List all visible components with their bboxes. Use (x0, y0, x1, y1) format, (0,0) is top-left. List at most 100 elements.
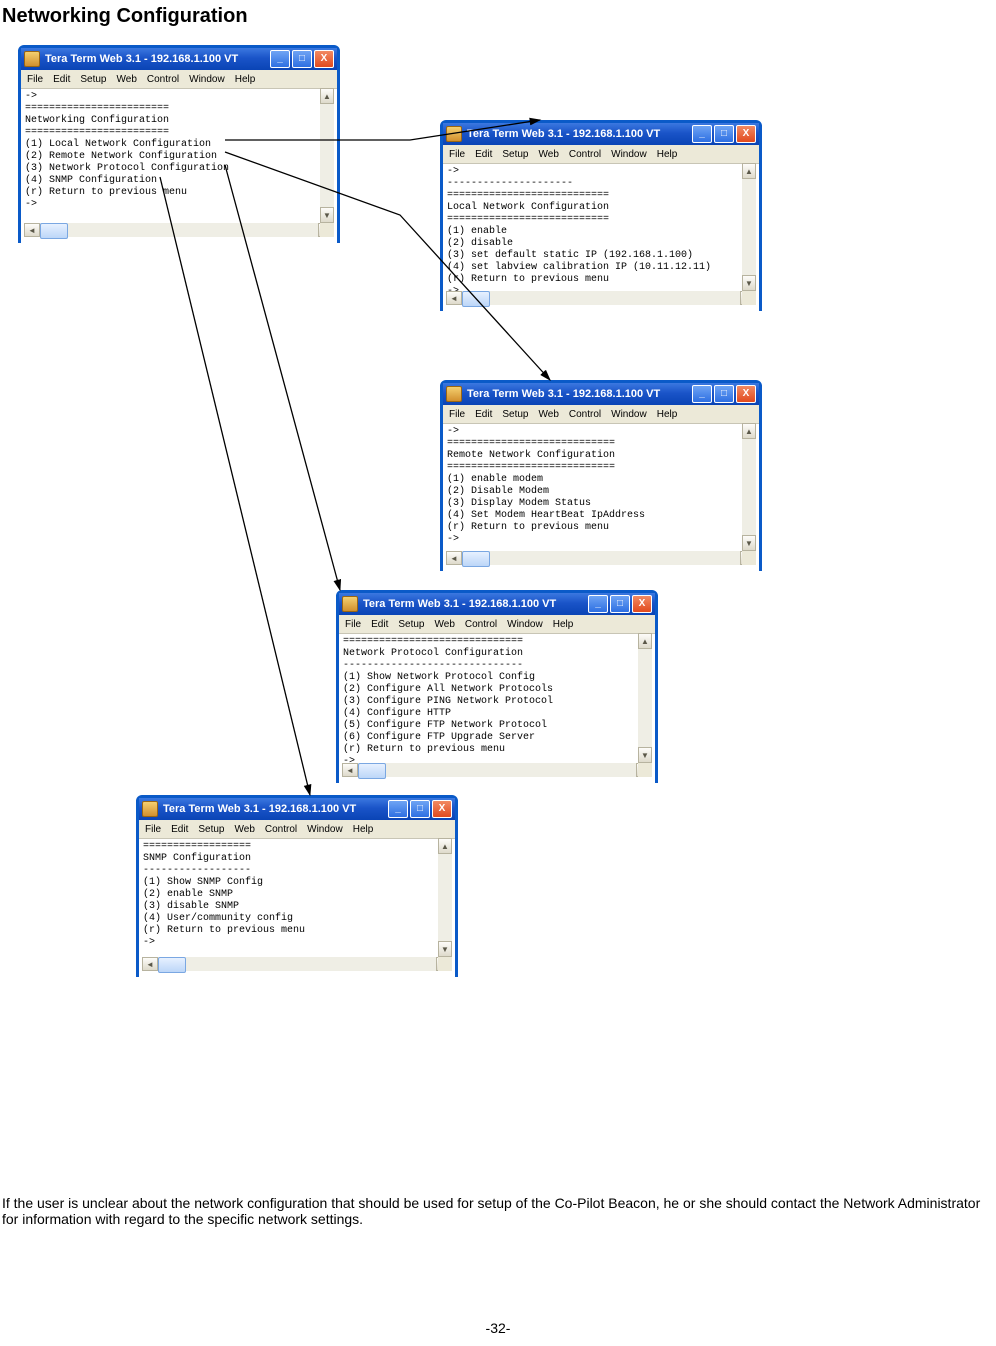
app-icon (24, 51, 40, 67)
close-button[interactable]: X (736, 385, 756, 403)
scroll-thumb[interactable] (40, 223, 68, 239)
menu-file[interactable]: File (145, 824, 161, 835)
menu-window[interactable]: Window (611, 149, 647, 160)
scroll-left-icon[interactable]: ◄ (142, 957, 158, 971)
titlebar[interactable]: Tera Term Web 3.1 - 192.168.1.100 VT _ □… (339, 593, 655, 615)
titlebar[interactable]: Tera Term Web 3.1 - 192.168.1.100 VT _ □… (443, 383, 759, 405)
menu-help[interactable]: Help (553, 619, 574, 630)
vscrollbar[interactable]: ▲▼ (320, 88, 334, 223)
menu-control[interactable]: Control (465, 619, 497, 630)
menu-window[interactable]: Window (507, 619, 543, 630)
menu-edit[interactable]: Edit (53, 74, 70, 85)
scroll-thumb[interactable] (462, 551, 490, 567)
menu-web[interactable]: Web (117, 74, 137, 85)
close-button[interactable]: X (736, 125, 756, 143)
vscrollbar[interactable]: ▲▼ (438, 838, 452, 957)
menu-edit[interactable]: Edit (371, 619, 388, 630)
scroll-up-icon[interactable]: ▲ (438, 838, 452, 854)
hscrollbar[interactable]: ◄► (446, 551, 756, 565)
app-icon (446, 126, 462, 142)
titlebar[interactable]: Tera Term Web 3.1 - 192.168.1.100 VT _ □… (139, 798, 455, 820)
minimize-button[interactable]: _ (270, 50, 290, 68)
maximize-button[interactable]: □ (714, 125, 734, 143)
menu-window[interactable]: Window (189, 74, 225, 85)
page-title: Networking Configuration (2, 5, 996, 28)
vscrollbar[interactable]: ▲▼ (638, 633, 652, 763)
scroll-up-icon[interactable]: ▲ (742, 163, 756, 179)
menu-edit[interactable]: Edit (171, 824, 188, 835)
minimize-button[interactable]: _ (388, 800, 408, 818)
scroll-down-icon[interactable]: ▼ (438, 941, 452, 957)
scroll-thumb[interactable] (158, 957, 186, 973)
maximize-button[interactable]: □ (410, 800, 430, 818)
maximize-button[interactable]: □ (610, 595, 630, 613)
minimize-button[interactable]: _ (692, 125, 712, 143)
resize-grip-icon[interactable] (742, 291, 756, 305)
close-button[interactable]: X (314, 50, 334, 68)
scroll-down-icon[interactable]: ▼ (638, 747, 652, 763)
close-button[interactable]: X (432, 800, 452, 818)
menu-web[interactable]: Web (435, 619, 455, 630)
menu-help[interactable]: Help (353, 824, 374, 835)
titlebar[interactable]: Tera Term Web 3.1 - 192.168.1.100 VT _ □… (21, 48, 337, 70)
maximize-button[interactable]: □ (292, 50, 312, 68)
menu-setup[interactable]: Setup (198, 824, 224, 835)
menu-help[interactable]: Help (235, 74, 256, 85)
menu-control[interactable]: Control (569, 409, 601, 420)
scroll-left-icon[interactable]: ◄ (446, 551, 462, 565)
hscrollbar[interactable]: ◄► (142, 957, 452, 971)
hscrollbar[interactable]: ◄► (342, 763, 652, 777)
menu-file[interactable]: File (345, 619, 361, 630)
menu-file[interactable]: File (449, 149, 465, 160)
menu-window[interactable]: Window (307, 824, 343, 835)
vscrollbar[interactable]: ▲▼ (742, 423, 756, 551)
menu-web[interactable]: Web (539, 149, 559, 160)
minimize-button[interactable]: _ (588, 595, 608, 613)
window-remote-network: Tera Term Web 3.1 - 192.168.1.100 VT _ □… (440, 380, 762, 571)
resize-grip-icon[interactable] (742, 551, 756, 565)
resize-grip-icon[interactable] (320, 223, 334, 237)
scroll-left-icon[interactable]: ◄ (24, 223, 40, 237)
menubar: File Edit Setup Web Control Window Help (443, 145, 759, 164)
title-text: Tera Term Web 3.1 - 192.168.1.100 VT (163, 803, 383, 815)
close-button[interactable]: X (632, 595, 652, 613)
menu-web[interactable]: Web (539, 409, 559, 420)
titlebar[interactable]: Tera Term Web 3.1 - 192.168.1.100 VT _ □… (443, 123, 759, 145)
menu-edit[interactable]: Edit (475, 409, 492, 420)
hscrollbar[interactable]: ◄► (446, 291, 756, 305)
menu-setup[interactable]: Setup (80, 74, 106, 85)
scroll-down-icon[interactable]: ▼ (320, 207, 334, 223)
menu-setup[interactable]: Setup (398, 619, 424, 630)
footer-text: If the user is unclear about the network… (0, 1195, 996, 1227)
menu-window[interactable]: Window (611, 409, 647, 420)
scroll-up-icon[interactable]: ▲ (320, 88, 334, 104)
title-text: Tera Term Web 3.1 - 192.168.1.100 VT (467, 128, 687, 140)
scroll-down-icon[interactable]: ▼ (742, 275, 756, 291)
menu-file[interactable]: File (27, 74, 43, 85)
menu-setup[interactable]: Setup (502, 409, 528, 420)
menu-help[interactable]: Help (657, 149, 678, 160)
scroll-thumb[interactable] (462, 291, 490, 307)
menu-edit[interactable]: Edit (475, 149, 492, 160)
menu-control[interactable]: Control (147, 74, 179, 85)
minimize-button[interactable]: _ (692, 385, 712, 403)
menu-file[interactable]: File (449, 409, 465, 420)
resize-grip-icon[interactable] (438, 957, 452, 971)
menu-control[interactable]: Control (265, 824, 297, 835)
menu-help[interactable]: Help (657, 409, 678, 420)
resize-grip-icon[interactable] (638, 763, 652, 777)
vscrollbar[interactable]: ▲▼ (742, 163, 756, 291)
maximize-button[interactable]: □ (714, 385, 734, 403)
terminal-body[interactable]: -> ======================== Networking C… (21, 89, 337, 245)
scroll-left-icon[interactable]: ◄ (446, 291, 462, 305)
page-number: -32- (0, 1320, 996, 1336)
scroll-up-icon[interactable]: ▲ (638, 633, 652, 649)
hscrollbar[interactable]: ◄► (24, 223, 334, 237)
menu-control[interactable]: Control (569, 149, 601, 160)
scroll-up-icon[interactable]: ▲ (742, 423, 756, 439)
menu-web[interactable]: Web (235, 824, 255, 835)
scroll-thumb[interactable] (358, 763, 386, 779)
menu-setup[interactable]: Setup (502, 149, 528, 160)
scroll-down-icon[interactable]: ▼ (742, 535, 756, 551)
scroll-left-icon[interactable]: ◄ (342, 763, 358, 777)
